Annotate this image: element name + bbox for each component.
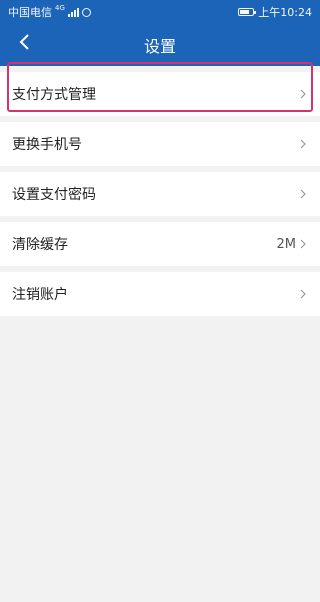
- setting-label: 注销账户: [12, 287, 68, 303]
- setting-label: 支付方式管理: [12, 87, 96, 103]
- cache-size: 2M: [276, 236, 297, 252]
- carrier-name: 中国电信: [8, 6, 52, 19]
- app-notification-icon: [81, 7, 91, 17]
- nav-bar: 设置: [0, 22, 320, 66]
- status-right: 上午10:24: [238, 4, 312, 20]
- app-header: 中国电信 4G 上午10:24 设置: [0, 0, 320, 66]
- settings-list: 支付方式管理 更换手机号 设置支付密码 清除缓存 2M 注销账户: [0, 66, 320, 316]
- network-type: 4G: [55, 4, 65, 12]
- battery-icon: [238, 8, 257, 16]
- setting-delete-account[interactable]: 注销账户: [0, 272, 320, 316]
- signal-icon: [67, 7, 79, 17]
- setting-change-phone[interactable]: 更换手机号: [0, 122, 320, 166]
- setting-payment-methods[interactable]: 支付方式管理: [0, 72, 320, 116]
- clock: 上午10:24: [258, 6, 312, 19]
- setting-label: 设置支付密码: [12, 187, 96, 203]
- setting-label: 清除缓存: [12, 237, 68, 253]
- setting-clear-cache[interactable]: 清除缓存 2M: [0, 222, 320, 266]
- status-left: 中国电信 4G: [8, 4, 91, 20]
- chevron-right-icon: [300, 89, 306, 99]
- setting-payment-password[interactable]: 设置支付密码: [0, 172, 320, 216]
- chevron-right-icon: [300, 189, 306, 199]
- page-title: 设置: [143, 37, 176, 56]
- status-bar: 中国电信 4G 上午10:24: [0, 0, 320, 22]
- chevron-right-icon: [300, 239, 306, 249]
- chevron-right-icon: [300, 289, 306, 299]
- setting-label: 更换手机号: [12, 137, 82, 153]
- chevron-right-icon: [300, 139, 306, 149]
